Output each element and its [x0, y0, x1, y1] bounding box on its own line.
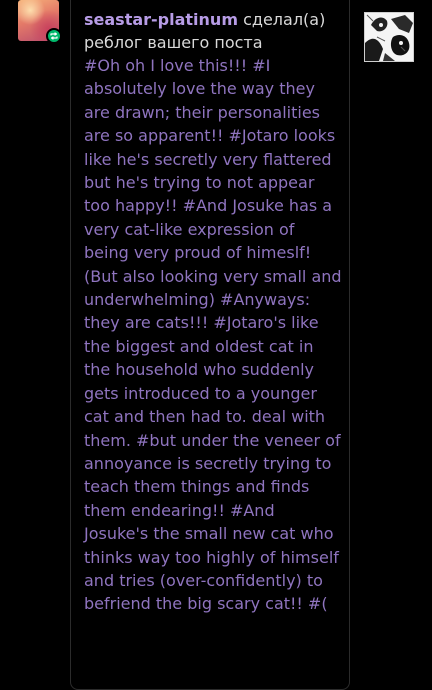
username-link[interactable]: seastar-platinum — [84, 10, 238, 29]
action-text-line2: реблог вашего поста — [84, 33, 263, 52]
reblog-arrows-icon — [50, 32, 58, 40]
post-thumbnail-image — [365, 13, 413, 61]
action-text-line1: сделал(а) — [243, 10, 326, 29]
post-thumbnail[interactable] — [364, 12, 414, 62]
reblog-comment-text[interactable]: #Oh oh I love this!!! #I absolutely love… — [84, 54, 342, 616]
reblog-icon — [46, 28, 62, 44]
reblogger-avatar-container — [18, 0, 62, 44]
notification-content: seastar-platinum сделал(а) реблог вашего… — [84, 8, 342, 616]
notification-header: seastar-platinum сделал(а) реблог вашего… — [84, 8, 342, 54]
